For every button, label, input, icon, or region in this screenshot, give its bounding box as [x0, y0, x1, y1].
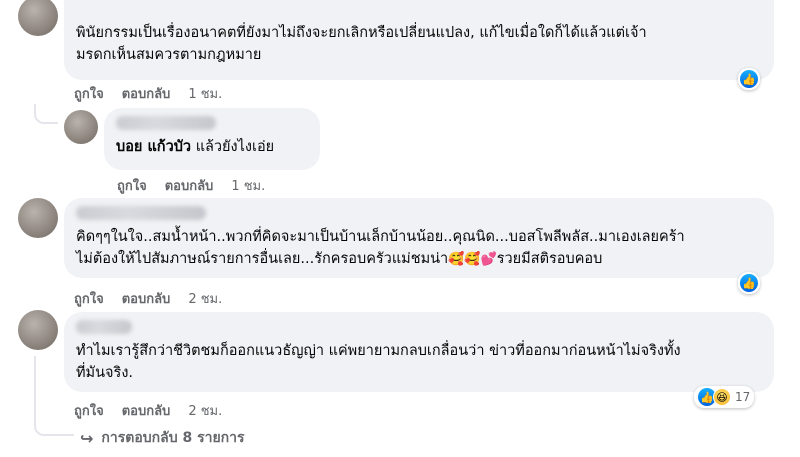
blurred-name — [76, 320, 132, 334]
haha-icon: 😆 — [713, 388, 731, 406]
comment-text: พินัยกรรมเป็นเรื่องอนาคตที่ยังมาไม่ถึงจะ… — [76, 25, 647, 41]
avatar[interactable] — [18, 0, 58, 36]
two-hearts-emoji: 💕 — [480, 252, 497, 267]
reply-button[interactable]: ตอบกลับ — [122, 288, 171, 309]
more-replies-label: การตอบกลับ 8 รายการ — [101, 430, 245, 446]
thread-line — [34, 104, 58, 124]
blurred-name — [116, 116, 216, 130]
comment-bubble: ทำไมเรารู้สึกว่าชีวิตชมก็ออกแนวธัญญ่า แค… — [64, 312, 774, 392]
avatar[interactable] — [18, 198, 58, 238]
reply-button[interactable]: ตอบกลับ — [122, 400, 171, 421]
reply-button[interactable]: ตอบกลับ — [122, 83, 171, 104]
comment-text: ไม่ต้องให้ไปสัมภาษณ์รายการอื่นเลย...รักค… — [76, 251, 449, 267]
thread-line — [34, 356, 74, 436]
mention-name[interactable]: บอย แก้วบัว — [116, 139, 191, 155]
reaction-summary[interactable]: 👍 — [738, 68, 760, 90]
reaction-summary[interactable]: 👍 — [738, 272, 760, 294]
smiling-hearts-emoji: 🥰 — [448, 252, 465, 267]
like-button[interactable]: ถูกใจ — [74, 288, 104, 309]
like-button[interactable]: ถูกใจ — [74, 400, 104, 421]
like-button[interactable]: ถูกใจ — [74, 83, 104, 104]
avatar[interactable] — [18, 310, 58, 350]
like-icon: 👍 — [740, 274, 758, 292]
like-icon: 👍 — [740, 70, 758, 88]
comment-text: ที่มันจริง. — [76, 365, 134, 381]
like-button[interactable]: ถูกใจ — [117, 175, 147, 196]
comment-actions: ถูกใจ ตอบกลับ 2 ชม. — [74, 288, 222, 309]
timestamp[interactable]: 2 ชม. — [188, 400, 222, 421]
comment-bubble: พินัยกรรมเป็นเรื่องอนาคตที่ยังมาไม่ถึงจะ… — [64, 0, 774, 80]
reply-arrow-icon: ↪ — [80, 428, 94, 448]
smiling-hearts-emoji: 🥰 — [464, 252, 481, 267]
comment-bubble: คิดๆๆในใจ..สมน้ำหน้า..พวกที่คิดจะมาเป็นบ… — [64, 198, 774, 278]
comment-text: ทำไมเรารู้สึกว่าชีวิตชมก็ออกแนวธัญญ่า แค… — [76, 343, 681, 359]
comment-actions: ถูกใจ ตอบกลับ 1 ชม. — [74, 83, 222, 104]
comment-bubble: บอย แก้วบัว แล้วยังไงเอ่ย — [104, 108, 320, 170]
reaction-summary[interactable]: 👍 😆 17 — [694, 386, 755, 408]
comment-actions: ถูกใจ ตอบกลับ 2 ชม. — [74, 400, 222, 421]
view-more-replies-link[interactable]: ↪ การตอบกลับ 8 รายการ — [80, 427, 245, 449]
comment-text: แล้วยังไงเอ่ย — [195, 139, 275, 155]
blurred-name — [76, 206, 206, 220]
timestamp[interactable]: 2 ชม. — [188, 288, 222, 309]
comment-text: คิดๆๆในใจ..สมน้ำหน้า..พวกที่คิดจะมาเป็นบ… — [76, 229, 685, 245]
comment-actions: ถูกใจ ตอบกลับ 1 ชม. — [117, 175, 265, 196]
reply-button[interactable]: ตอบกลับ — [165, 175, 214, 196]
avatar[interactable] — [64, 110, 98, 144]
timestamp[interactable]: 1 ชม. — [188, 83, 222, 104]
reaction-count: 17 — [735, 390, 751, 404]
timestamp[interactable]: 1 ชม. — [231, 175, 265, 196]
comment-text: มรดกเห็นสมควรตามกฎหมาย — [76, 47, 262, 63]
comment-text: รวยมีสติรอบคอบ — [496, 251, 603, 267]
